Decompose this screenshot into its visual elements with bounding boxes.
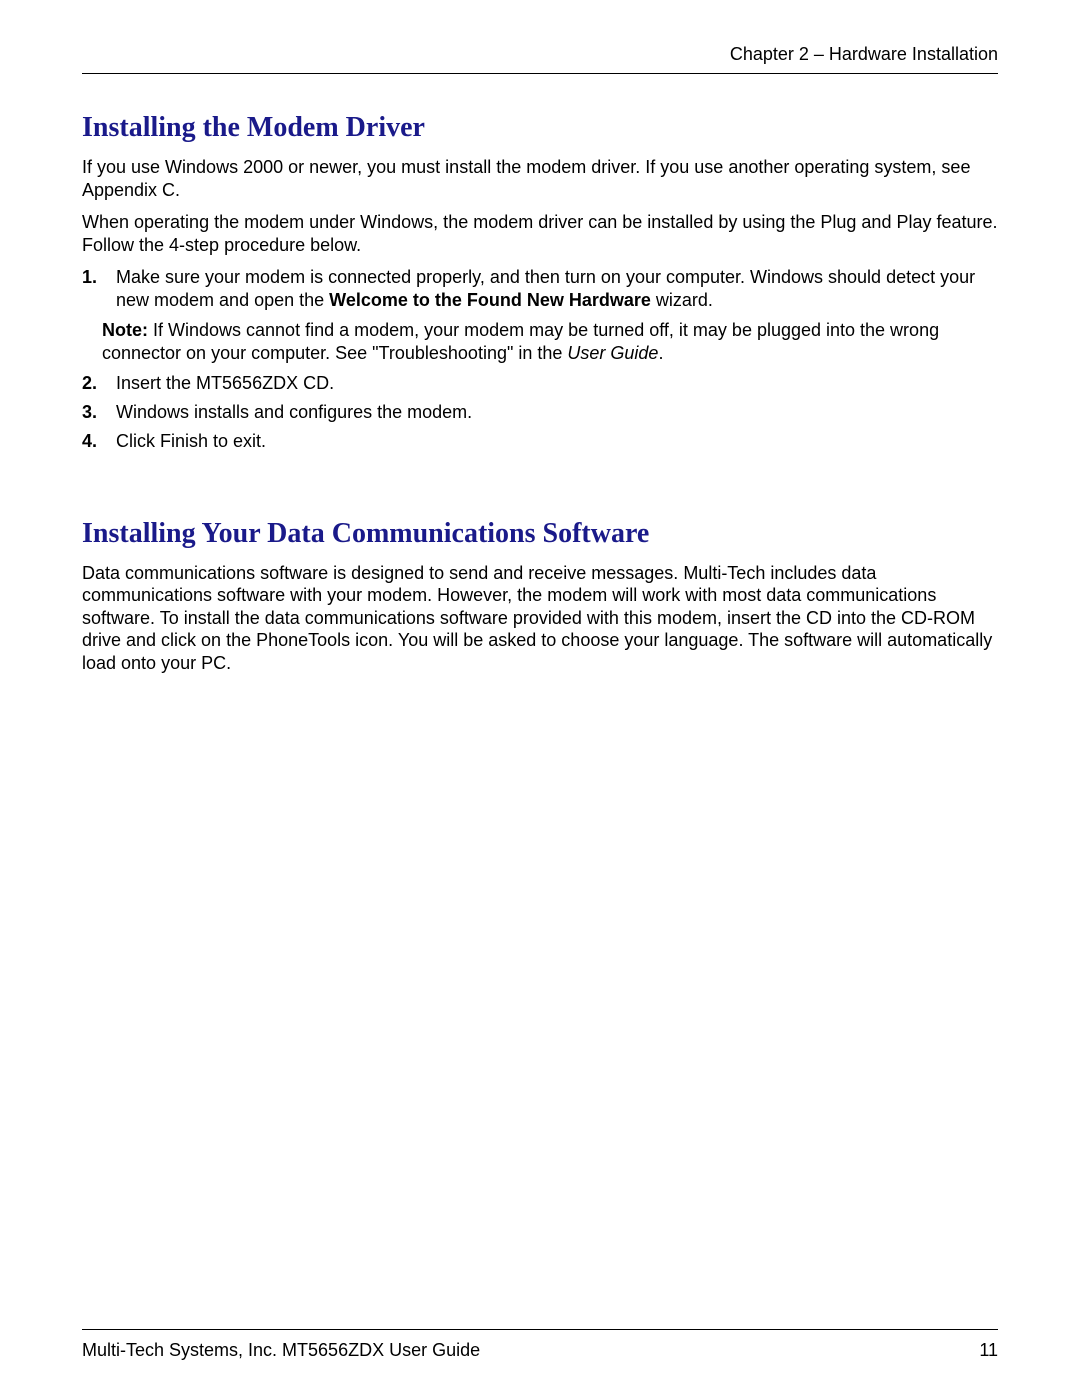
step-content: Click Finish to exit. <box>116 430 998 453</box>
footer-left: Multi-Tech Systems, Inc. MT5656ZDX User … <box>82 1340 480 1361</box>
note-text-a: If Windows cannot find a modem, your mod… <box>102 320 939 363</box>
step-1: 1. Make sure your modem is connected pro… <box>82 266 998 313</box>
section-title-1: Installing the Modem Driver <box>82 112 998 144</box>
section1-para1: If you use Windows 2000 or newer, you mu… <box>82 156 998 201</box>
step-content: Make sure your modem is connected proper… <box>116 266 998 313</box>
section-installing-modem-driver: Installing the Modem Driver If you use W… <box>82 112 998 454</box>
step-number: 2. <box>82 372 116 395</box>
section-installing-software: Installing Your Data Communications Soft… <box>82 518 998 675</box>
note-italic: User Guide <box>567 343 658 363</box>
note-label: Note: <box>102 320 148 340</box>
chapter-label: Chapter 2 – Hardware Installation <box>730 44 998 64</box>
step-4: 4. Click Finish to exit. <box>82 430 998 453</box>
document-page: Chapter 2 – Hardware Installation Instal… <box>0 0 1080 1397</box>
step-content: Insert the MT5656ZDX CD. <box>116 372 998 395</box>
note-block: Note: If Windows cannot find a modem, yo… <box>102 319 998 366</box>
step-3: 3. Windows installs and configures the m… <box>82 401 998 424</box>
page-header: Chapter 2 – Hardware Installation <box>82 44 998 74</box>
step-2: 2. Insert the MT5656ZDX CD. <box>82 372 998 395</box>
step-number: 1. <box>82 266 116 313</box>
section1-para2: When operating the modem under Windows, … <box>82 211 998 256</box>
step-number: 4. <box>82 430 116 453</box>
footer-page-number: 11 <box>979 1340 998 1361</box>
section-title-2: Installing Your Data Communications Soft… <box>82 518 998 550</box>
step1-bold: Welcome to the Found New Hardware <box>329 290 651 310</box>
page-footer: Multi-Tech Systems, Inc. MT5656ZDX User … <box>82 1329 998 1361</box>
section2-para1: Data communications software is designed… <box>82 562 998 675</box>
step-number: 3. <box>82 401 116 424</box>
step-content: Windows installs and configures the mode… <box>116 401 998 424</box>
note-text-b: . <box>658 343 663 363</box>
step1-text-b: wizard. <box>651 290 713 310</box>
